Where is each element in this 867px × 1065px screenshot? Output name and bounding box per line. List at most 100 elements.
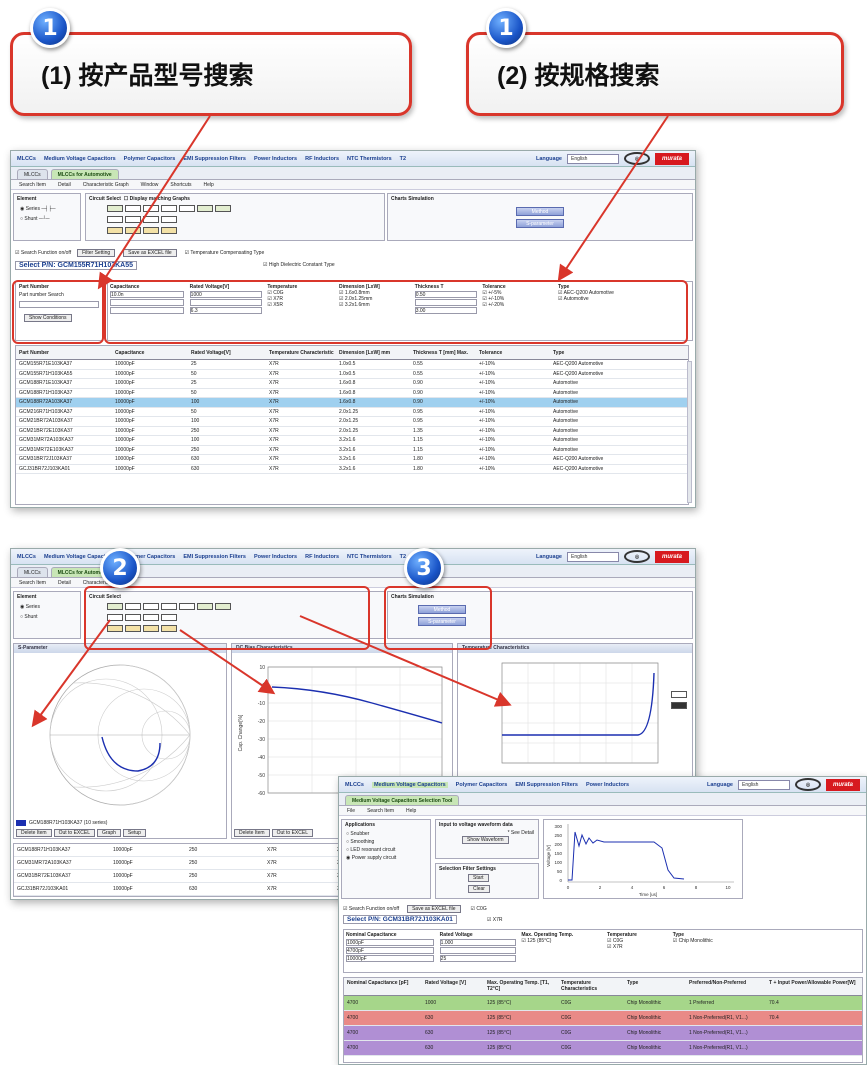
nav-item[interactable]: Power Inductors <box>586 782 629 788</box>
app-option[interactable]: ○ LED resonant circuit <box>342 846 430 854</box>
table-cell: 630 <box>191 456 200 463</box>
tab-mlccs-automotive[interactable]: MLCCs for Automotive <box>50 169 119 179</box>
nav-item[interactable]: MLCCs <box>17 554 36 560</box>
search-function-checkbox[interactable]: ☑ Search Function on/off <box>343 906 399 912</box>
language-select[interactable]: English <box>567 153 619 164</box>
table-cell: 25 <box>191 380 197 387</box>
s-parameter-button[interactable]: S-parameter <box>516 219 564 228</box>
delete-item-button[interactable]: Delete Item <box>16 829 52 837</box>
nav-item[interactable]: Polymer Capacitors <box>456 782 508 788</box>
setup-button[interactable]: Setup <box>122 829 146 837</box>
nav-item[interactable]: Power Inductors <box>254 156 297 162</box>
filter-nominal-capacitance[interactable]: Nominal Capacitance 1000pF 4700pF 10000pF <box>344 930 436 965</box>
table-row[interactable]: GCM188R71H103KA37 10000pF 50 X7R 1.6x0.8 0.90… <box>16 389 688 398</box>
menu-item[interactable]: Help <box>204 182 214 188</box>
menu-item[interactable]: Shortcuts <box>170 182 191 188</box>
table-cell: Chip Monolithic <box>627 1045 662 1051</box>
table-row[interactable]: GCM188R71E103KA37 10000pF 25 X7R 1.6x0.8 0.90… <box>16 379 688 389</box>
x7r-checkbox[interactable]: ☑ X7R <box>487 917 503 923</box>
table-cell: 50 <box>191 370 197 377</box>
nav-item[interactable]: RF Inductors <box>305 554 339 560</box>
nav-item[interactable]: RF Inductors <box>305 156 339 162</box>
table-row[interactable]: GCM155R71E103KA37 10000pF 25 X7R 1.0x0.5 0.55… <box>16 360 688 370</box>
show-waveform-button[interactable]: Show Waveform <box>462 836 509 844</box>
table-row[interactable]: 4700 630 125 (85°C) C0G Chip Monolithic 1 Non… <box>344 1041 862 1056</box>
filter-temperature[interactable]: Temperature ☑ C0G ☑ X7R <box>605 930 669 952</box>
start-button[interactable]: Start <box>468 874 489 882</box>
menu-item[interactable]: Search Item <box>367 808 394 814</box>
temp-comp-checkbox[interactable]: ☑ Temperature Compensating Type <box>185 250 265 256</box>
table-row[interactable]: 4700 630 125 (85°C) C0G Chip Monolithic 1 Non… <box>344 1011 862 1026</box>
out-excel-button[interactable]: Out to EXCEL <box>271 829 313 837</box>
save-excel-button[interactable]: Save as EXCEL file <box>123 249 177 257</box>
table-row[interactable]: 4700 630 125 (85°C) C0G Chip Monolithic 1 Non… <box>344 1026 862 1041</box>
high-dielectric-checkbox[interactable]: ☑ High Dielectric Constant Type <box>263 262 335 268</box>
delete-item-button[interactable]: Delete Item <box>234 829 270 837</box>
nav-item[interactable]: Medium Voltage Capacitors <box>44 156 116 162</box>
menu-item[interactable]: Help <box>406 808 416 814</box>
radio-shunt[interactable]: ○ Shunt <box>14 612 80 622</box>
nav-item[interactable]: Polymer Capacitors <box>124 156 176 162</box>
search-function-checkbox[interactable]: ☑ Search Function on/off <box>15 250 71 256</box>
table-row[interactable]: GCM31MR72A103KA37 10000pF 100 X7R 3.2x1.6 1.1… <box>16 436 688 446</box>
tab-bar: Medium Voltage Capacitors Selection Tool <box>339 793 866 806</box>
language-select[interactable]: English <box>738 779 790 790</box>
nav-item[interactable]: EMI Suppression Filters <box>183 156 246 162</box>
table-row[interactable]: GCM31BR72J103KA37 10000pF 630 X7R 3.2x1.6 1.8… <box>16 455 688 465</box>
table-cell: +/-10% <box>479 408 495 415</box>
filter-max-temp[interactable]: Max. Operating Temp. ☑ 125 (85°C) <box>519 930 603 946</box>
nav-item[interactable]: T2 <box>400 156 406 162</box>
menu-item[interactable]: Detail <box>58 580 71 586</box>
menu-item[interactable]: File <box>347 808 355 814</box>
graph-side-buttons[interactable] <box>670 690 688 712</box>
menu-item[interactable]: Search Item <box>19 182 46 188</box>
nav-item[interactable]: EMI Suppression Filters <box>183 554 246 560</box>
table-row[interactable]: GCM31MR72E103KA37 10000pF 250 X7R 3.2x1.6 1.1… <box>16 446 688 455</box>
tab-mlccs[interactable]: MLCCs <box>17 567 48 577</box>
app-option[interactable]: ○ Snubber <box>342 830 430 838</box>
table-row[interactable]: GCM21BR72A103KA37 10000pF 100 X7R 2.0x1.25 0.… <box>16 417 688 427</box>
table-row[interactable]: GCM188R72A103KA37 10000pF 100 X7R 1.6x0.8 0.9… <box>16 398 688 408</box>
table-cell: X7R <box>267 860 277 866</box>
table-cell: GCM31MR72A103KA37 <box>17 860 72 866</box>
nav-item[interactable]: Medium Voltage Capacitors <box>371 781 448 788</box>
menu-item[interactable]: Window <box>141 182 159 188</box>
svg-text:300: 300 <box>554 824 562 829</box>
circuit-chips[interactable] <box>86 204 384 237</box>
highlight-chart-simulation <box>384 586 492 650</box>
radio-series[interactable]: ◉ Series <box>14 602 80 612</box>
nav-item[interactable]: NTC Thermistors <box>347 156 392 162</box>
table-row[interactable]: GCM216R71H103KA37 10000pF 50 X7R 2.0x1.25 0.9… <box>16 408 688 417</box>
filter-setting-button[interactable]: Filter Setting <box>77 249 116 257</box>
tab-mv-tool[interactable]: Medium Voltage Capacitors Selection Tool <box>345 795 460 805</box>
table-scrollbar[interactable] <box>687 361 692 503</box>
save-excel-button[interactable]: Save as EXCEL file <box>407 904 461 913</box>
method-button[interactable]: Method <box>516 207 564 216</box>
table-row[interactable]: GCJ31BR72J103KA01 10000pF 630 X7R 3.2x1.6 1.8… <box>16 465 688 474</box>
app-option[interactable]: ◉ Power supply circuit <box>342 854 430 862</box>
radio-series[interactable]: ◉ Series ─┤├─ <box>14 204 80 214</box>
table-cell: 10000pF <box>115 399 135 406</box>
table-row[interactable]: 4700 1000 125 (85°C) C0G Chip Monolithic 1 Pr… <box>344 996 862 1011</box>
nav-item[interactable]: Power Inductors <box>254 554 297 560</box>
app-option[interactable]: ○ Smoothing <box>342 838 430 846</box>
nav-item[interactable]: MLCCs <box>17 156 36 162</box>
table-row[interactable]: GCM21BR72E103KA37 10000pF 250 X7R 2.0x1.25 1.… <box>16 427 688 436</box>
filter-rated-voltage[interactable]: Rated Voltage 1.000 25 <box>438 930 518 965</box>
radio-shunt[interactable]: ○ Shunt ─┴─ <box>14 214 80 224</box>
table-cell: Automotive <box>553 427 579 434</box>
tab-mlccs[interactable]: MLCCs <box>17 169 48 179</box>
clear-button[interactable]: Clear <box>468 885 490 893</box>
menu-item[interactable]: Detail <box>58 182 71 188</box>
menu-item[interactable]: Characteristic Graph <box>83 182 129 188</box>
graph-button[interactable]: Graph <box>96 829 121 837</box>
menu-item[interactable]: Search Item <box>19 580 46 586</box>
nav-item[interactable]: NTC Thermistors <box>347 554 392 560</box>
table-row[interactable]: GCM155R71H103KA55 10000pF 50 X7R 1.0x0.5 0.55… <box>16 370 688 379</box>
nav-item[interactable]: MLCCs <box>345 782 364 788</box>
c0g-checkbox[interactable]: ☑ C0G <box>471 906 487 912</box>
filter-type[interactable]: Type ☑ Chip Monolithic <box>671 930 751 946</box>
out-excel-button[interactable]: Out to EXCEL <box>53 829 95 837</box>
nav-item[interactable]: EMI Suppression Filters <box>515 782 578 788</box>
language-select[interactable]: English <box>567 551 619 562</box>
